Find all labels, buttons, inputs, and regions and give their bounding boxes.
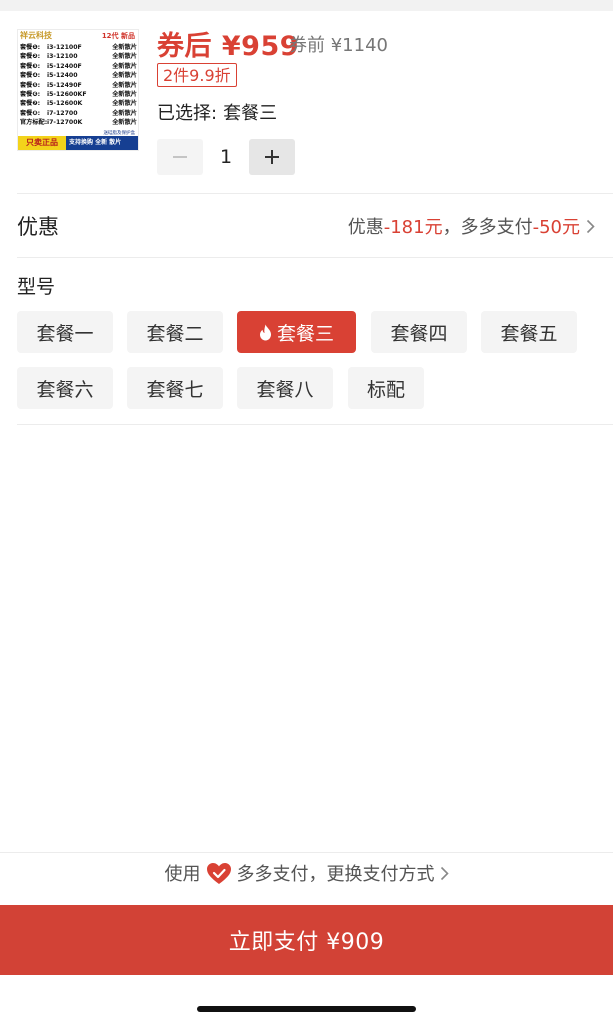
plus-icon: [265, 150, 279, 164]
divider: [17, 424, 613, 425]
divider: [17, 257, 613, 258]
option-standard[interactable]: 标配: [348, 367, 424, 409]
thumbnail-row-cpu: i3-12100: [47, 53, 78, 61]
thumbnail-row: 套餐❶: i3-12100F 全新散片: [20, 43, 137, 52]
thumbnail-badge-right: 支持换购 全新 散片: [66, 136, 138, 150]
thumbnail-row: 套餐❹: i5-12400 全新散片: [20, 71, 137, 80]
top-strip: [0, 0, 613, 11]
thumbnail-row: 官方标配: i7-12700K 全新散片: [20, 118, 137, 127]
payment-method-suffix: 多多支付，更换支付方式: [236, 864, 435, 885]
option-package-5[interactable]: 套餐五: [481, 311, 577, 353]
minus-icon: [173, 156, 187, 158]
thumbnail-badge-left: 只卖正品: [18, 136, 66, 150]
option-label: 套餐二: [146, 322, 204, 345]
thumbnail-row-cpu: i7-12700K: [47, 119, 83, 127]
thumbnail-row-note: 全新散片: [112, 44, 137, 51]
selected-value: 套餐三: [223, 103, 278, 124]
duoduo-pay-discount: -50元: [532, 217, 580, 238]
option-label: 套餐三: [276, 322, 334, 345]
chevron-right-icon: [440, 866, 449, 881]
thumbnail-row-package: 套餐❸:: [20, 62, 41, 70]
duoduo-pay-heart-icon: [206, 862, 232, 885]
discount-detail-prefix: 优惠: [347, 217, 384, 238]
thumbnail-row-cpu: i5-12400F: [47, 62, 82, 70]
thumbnail-row-cpu: i5-12490F: [47, 81, 82, 89]
quantity-value[interactable]: 1: [203, 139, 249, 175]
product-thumbnail: 祥云科技 12代 新品 套餐❶: i3-12100F 全新散片 套餐❷: i3-1210…: [17, 29, 139, 151]
thumbnail-row-note: 全新散片: [112, 119, 137, 127]
thumbnail-row-cpu: i5-12600K: [47, 100, 83, 108]
quantity-increase-button[interactable]: [249, 139, 295, 175]
model-title: 型号: [17, 276, 56, 298]
promo-tag: 2件9.9折: [157, 63, 237, 87]
payment-method-prefix: 使用: [164, 864, 201, 885]
thumbnail-brand: 祥云科技: [20, 31, 52, 40]
pay-now-button[interactable]: 立即支付 ¥909: [0, 905, 613, 975]
chevron-right-icon: [586, 219, 595, 234]
option-label: 套餐四: [390, 322, 448, 345]
selected-option: 已选择: 套餐三: [157, 99, 277, 125]
thumbnail-row-note: 全新散片: [112, 91, 137, 99]
option-package-7[interactable]: 套餐七: [127, 367, 223, 409]
discount-detail-link[interactable]: 优惠 -181元 ，多多支付 -50元: [348, 213, 595, 239]
thumbnail-row: 套餐❷: i3-12100 全新散片: [20, 52, 137, 61]
divider: [17, 193, 613, 194]
thumbnail-row-note: 全新散片: [112, 72, 137, 80]
option-label: 套餐七: [146, 378, 204, 401]
thumbnail-row-cpu: i5-12400: [47, 72, 78, 80]
option-package-3[interactable]: 套餐三: [237, 311, 356, 353]
option-label: 套餐八: [256, 378, 314, 401]
option-label: 套餐五: [500, 322, 558, 345]
thumbnail-row-package: 套餐❽:: [20, 109, 41, 117]
thumbnail-rows: 套餐❶: i3-12100F 全新散片 套餐❷: i3-12100 全新散片 套餐❸: i5-…: [20, 43, 137, 128]
option-package-4[interactable]: 套餐四: [371, 311, 467, 353]
price-before-coupon: 券前 ¥1140: [289, 35, 388, 56]
thumbnail-row-note: 全新散片: [112, 109, 137, 117]
option-package-6[interactable]: 套餐六: [17, 367, 113, 409]
option-package-8[interactable]: 套餐八: [237, 367, 333, 409]
thumbnail-row-cpu: i7-12700: [47, 109, 78, 117]
price-after-coupon: 券后 ¥959: [157, 31, 300, 62]
payment-method-link[interactable]: 使用 多多支付，更换支付方式: [0, 860, 613, 886]
thumbnail-row-cpu: i5-12600KF: [47, 91, 87, 99]
divider: [0, 852, 613, 853]
thumbnail-row-note: 全新散片: [112, 81, 137, 89]
thumbnail-row-package: 套餐❻:: [20, 91, 41, 99]
thumbnail-row: 套餐❻: i5-12600KF 全新散片: [20, 90, 137, 99]
thumbnail-row-note: 全新散片: [112, 100, 137, 108]
discount-detail-middle: ，多多支付: [442, 217, 533, 238]
thumbnail-generation: 12代 新品: [101, 32, 135, 40]
thumbnail-row-package: 套餐❷:: [20, 53, 41, 61]
thumbnail-row-note: 全新散片: [112, 53, 137, 61]
thumbnail-row: 套餐❸: i5-12400F 全新散片: [20, 62, 137, 71]
option-package-2[interactable]: 套餐二: [127, 311, 223, 353]
thumbnail-row-cpu: i3-12100F: [47, 44, 82, 51]
option-label: 标配: [366, 378, 405, 401]
thumbnail-row: 套餐❽: i7-12700 全新散片: [20, 109, 137, 118]
home-indicator[interactable]: [197, 1006, 416, 1012]
thumbnail-row: 套餐❼: i5-12600K 全新散片: [20, 99, 137, 108]
thumbnail-row-package: 套餐❶:: [20, 44, 41, 51]
thumbnail-row-package: 套餐❺:: [20, 81, 41, 89]
thumbnail-footer: 只卖正品 支持换购 全新 散片: [18, 136, 138, 150]
thumbnail-row-package: 套餐❼:: [20, 100, 41, 108]
flame-icon: [259, 324, 272, 341]
option-label: 套餐六: [36, 378, 94, 401]
selected-label: 已选择:: [157, 103, 218, 124]
thumbnail-row: 套餐❺: i5-12490F 全新散片: [20, 81, 137, 90]
thumbnail-row-package: 套餐❹:: [20, 72, 41, 80]
discount-title: 优惠: [17, 215, 59, 239]
discount-amount: -181元: [383, 217, 443, 238]
thumbnail-row-note: 全新散片: [112, 62, 137, 70]
quantity-decrease-button[interactable]: [157, 139, 203, 175]
thumbnail-row-package: 官方标配:: [20, 119, 48, 127]
option-package-1[interactable]: 套餐一: [17, 311, 113, 353]
option-label: 套餐一: [36, 322, 94, 345]
